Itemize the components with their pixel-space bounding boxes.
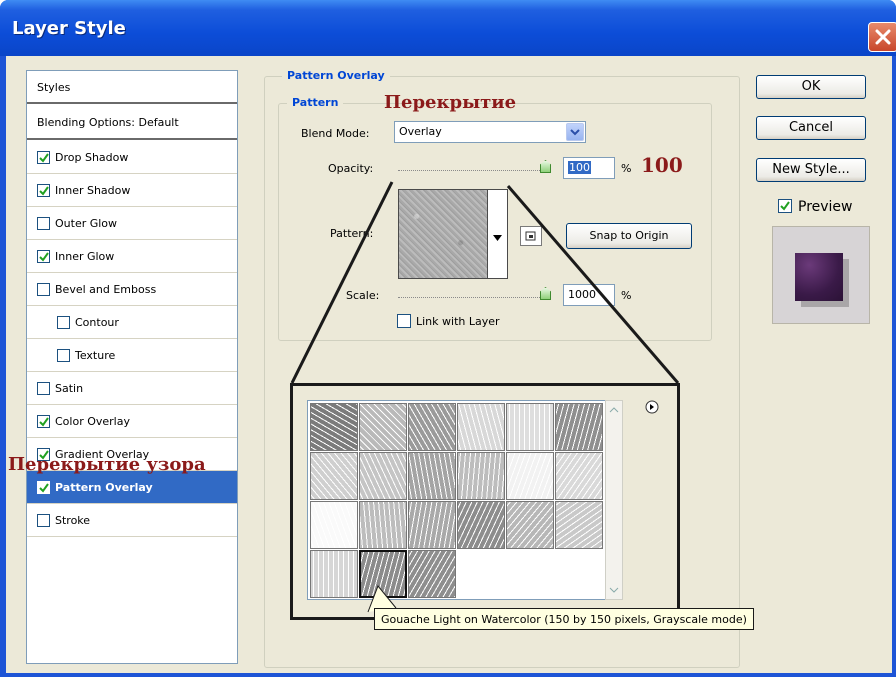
pattern-tile[interactable] — [506, 403, 554, 451]
pattern-tooltip: Gouache Light on Watercolor (150 by 150 … — [374, 608, 754, 630]
pattern-grid — [307, 400, 607, 600]
scroll-up-icon — [609, 407, 619, 413]
pattern-tile[interactable] — [359, 501, 407, 549]
pattern-tile[interactable] — [408, 452, 456, 500]
picker-menu-icon[interactable] — [645, 400, 659, 417]
pattern-tile[interactable] — [555, 452, 603, 500]
pattern-tile[interactable] — [555, 501, 603, 549]
pattern-picker-popup — [290, 383, 680, 620]
scroll-down-icon — [609, 587, 619, 593]
pattern-tile[interactable] — [506, 501, 554, 549]
pattern-tile[interactable] — [408, 403, 456, 451]
pattern-tile[interactable] — [457, 501, 505, 549]
pattern-tile[interactable] — [457, 403, 505, 451]
annotation-pattern-overlay: Перекрытие узора — [8, 454, 206, 475]
pattern-grid-scrollbar[interactable] — [605, 400, 623, 600]
pattern-tile[interactable] — [408, 501, 456, 549]
annotation-overlay: Перекрытие — [384, 92, 517, 113]
pattern-tile[interactable] — [359, 403, 407, 451]
dialog-body: Styles Blending Options: Default Drop Sh… — [6, 56, 892, 673]
title-bar[interactable]: Layer Style — [0, 0, 896, 56]
layer-style-window: Layer Style Styles Blending Options: Def… — [0, 0, 896, 677]
pattern-tile[interactable] — [310, 403, 358, 451]
pattern-tile[interactable] — [359, 452, 407, 500]
pattern-tile[interactable] — [457, 452, 505, 500]
annotation-opacity: 100 — [641, 153, 683, 177]
pattern-tile[interactable] — [506, 452, 554, 500]
close-button[interactable] — [868, 22, 896, 52]
pattern-tile[interactable] — [310, 550, 358, 598]
pattern-tile[interactable] — [310, 501, 358, 549]
pattern-tile[interactable] — [310, 452, 358, 500]
pattern-tile[interactable] — [555, 403, 603, 451]
pattern-tile[interactable] — [408, 550, 456, 598]
window-title: Layer Style — [12, 18, 126, 39]
